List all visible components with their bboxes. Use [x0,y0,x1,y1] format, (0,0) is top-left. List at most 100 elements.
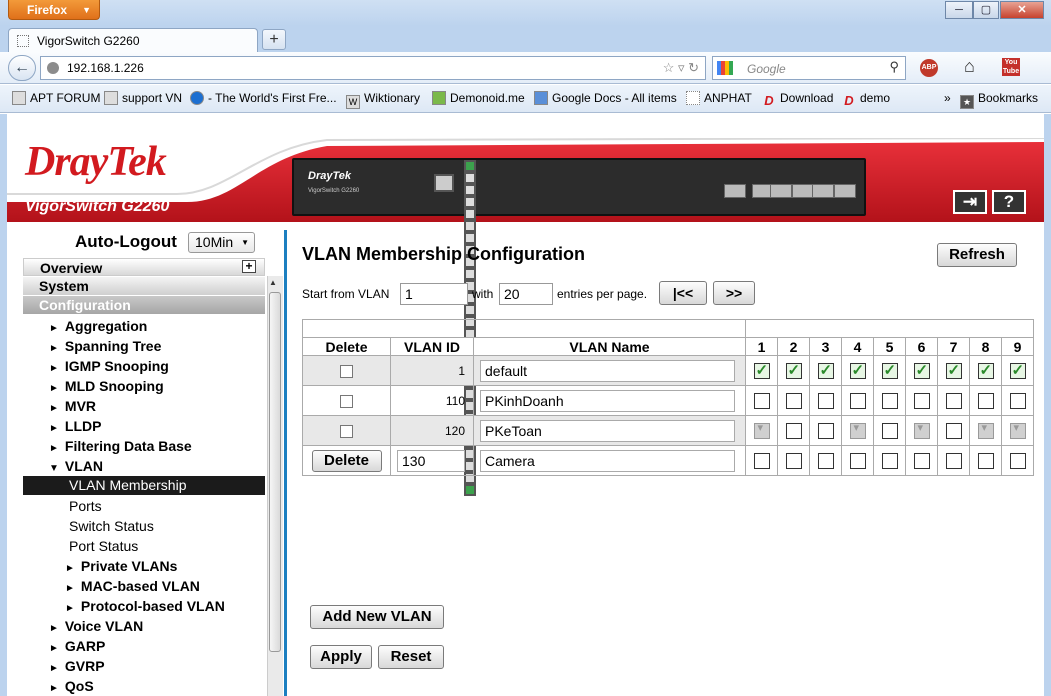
sidebar-item-spanning-tree[interactable]: ► Spanning Tree [23,336,265,356]
sidebar-section-system[interactable]: System [23,277,265,295]
port-1-member-checkbox[interactable] [753,393,770,410]
port-2-member-checkbox[interactable] [785,453,802,470]
port-4-member-checkbox[interactable] [849,393,866,410]
sidebar-item-mld-snooping[interactable]: ► MLD Snooping [23,376,265,396]
port-8-member-checkbox[interactable] [977,361,994,380]
vlan-id-input[interactable]: 130 [397,449,465,472]
sidebar-item-voice-vlan[interactable]: ► Voice VLAN [23,616,265,636]
port-7-member-checkbox[interactable] [945,361,962,380]
port-3-member-checkbox[interactable] [817,453,834,470]
bookmark-wiktionary[interactable]: W Wiktionary [346,91,420,109]
port-8-member-checkbox[interactable] [977,393,994,410]
new-tab-button[interactable]: + [262,29,286,50]
port-1-member-checkbox[interactable] [753,453,770,470]
port-1-member-checkbox[interactable] [753,361,770,380]
port-6-member-checkbox[interactable] [913,393,930,410]
back-button[interactable]: ← [8,55,36,81]
delete-checkbox[interactable] [340,395,353,409]
delete-checkbox[interactable] [340,365,353,379]
port-3-member-checkbox[interactable] [817,423,834,440]
bookmark-download[interactable]: D Download [762,91,833,109]
auto-logout-select[interactable]: 10Min ▼ [188,232,255,253]
first-page-button[interactable]: |<< [659,281,707,305]
url-bar[interactable]: 192.168.1.226 ☆ ▿ ↻ [40,56,706,80]
port-9-member-checkbox[interactable] [1009,393,1026,410]
port-8-member-checkbox[interactable] [977,421,994,440]
maximize-button[interactable]: ▢ [973,1,999,19]
sidebar-item-igmp-snooping[interactable]: ► IGMP Snooping [23,356,265,376]
port-9-member-checkbox[interactable] [1009,361,1026,380]
port-8-member-checkbox[interactable] [977,453,994,470]
logout-icon[interactable]: ⇥ [953,190,987,214]
bookmarks-menu-button[interactable]: ★ Bookmarks [960,91,1038,109]
port-2-member-checkbox[interactable] [785,393,802,410]
bookmark-anphat[interactable]: ANPHAT [686,91,752,105]
sidebar-section-overview[interactable]: Overview + [23,258,265,276]
close-window-button[interactable]: ✕ [1000,1,1044,19]
port-4-member-checkbox[interactable] [849,421,866,440]
port-7-member-checkbox[interactable] [945,453,962,470]
port-7-member-checkbox[interactable] [945,393,962,410]
sidebar-item-private-vlans[interactable]: ► Private VLANs [23,556,265,576]
add-new-vlan-button[interactable]: Add New VLAN [310,605,444,629]
vlan-name-input[interactable]: PKinhDoanh [480,389,735,412]
sidebar-item-filtering-data-base[interactable]: ► Filtering Data Base [23,436,265,456]
sidebar-item-mvr[interactable]: ► MVR [23,396,265,416]
youtube-icon[interactable]: You Tube [1002,58,1020,76]
bookmarks-overflow-icon[interactable]: » [944,91,951,105]
minimize-button[interactable]: ─ [945,1,973,19]
sidebar-item-vlan[interactable]: ▼ VLAN [23,456,265,476]
browser-tab[interactable]: VigorSwitch G2260 [8,28,258,52]
port-9-member-checkbox[interactable] [1009,421,1026,440]
sidebar-item-port-status[interactable]: Port Status [23,536,265,556]
sidebar-item-lldp[interactable]: ► LLDP [23,416,265,436]
next-page-button[interactable]: >> [713,281,755,305]
bookmark-star-icon[interactable]: ☆ ▿ ↻ [663,60,699,76]
port-1-member-checkbox[interactable] [753,421,770,440]
sidebar-item-ports[interactable]: Ports [23,496,265,516]
port-6-member-checkbox[interactable] [913,361,930,380]
entries-per-page-input[interactable]: 20 [499,283,553,305]
search-input[interactable]: Google ⚲ [712,56,906,80]
firefox-menu-button[interactable]: Firefox ▼ [8,0,100,20]
sidebar-item-aggregation[interactable]: ► Aggregation [23,316,265,336]
port-5-member-checkbox[interactable] [881,453,898,470]
port-4-member-checkbox[interactable] [849,361,866,380]
start-vlan-input[interactable]: 1 [400,283,468,305]
sidebar-item-switch-status[interactable]: Switch Status [23,516,265,536]
port-2-member-checkbox[interactable] [785,361,802,380]
vlan-name-input[interactable]: default [480,359,735,382]
bookmark-worlds-first[interactable]: - The World's First Fre... [190,91,337,105]
port-5-member-checkbox[interactable] [881,423,898,440]
sidebar-item-protocol-based-vlan[interactable]: ► Protocol-based VLAN [23,596,265,616]
port-5-member-checkbox[interactable] [881,361,898,380]
sidebar-item-gvrp[interactable]: ► GVRP [23,656,265,676]
expand-icon[interactable]: + [242,260,256,273]
sidebar-item-mac-based-vlan[interactable]: ► MAC-based VLAN [23,576,265,596]
home-icon[interactable]: ⌂ [964,56,975,77]
delete-checkbox[interactable] [340,425,353,439]
help-icon[interactable]: ? [992,190,1026,214]
scrollbar-thumb[interactable] [269,292,281,652]
bookmark-demonoid[interactable]: Demonoid.me [432,91,525,105]
search-icon[interactable]: ⚲ [889,59,899,75]
vlan-name-input[interactable]: PKeToan [480,419,735,442]
refresh-button[interactable]: Refresh [937,243,1017,267]
bookmark-google-docs[interactable]: Google Docs - All items [534,91,677,105]
vlan-name-input[interactable]: Camera [480,449,735,472]
port-3-member-checkbox[interactable] [817,361,834,380]
reset-button[interactable]: Reset [378,645,444,669]
port-7-member-checkbox[interactable] [945,423,962,440]
sidebar-item-vlan-membership[interactable]: VLAN Membership [23,476,265,495]
sidebar-section-configuration[interactable]: Configuration [23,296,265,314]
port-6-member-checkbox[interactable] [913,421,930,440]
port-2-member-checkbox[interactable] [785,423,802,440]
port-4-member-checkbox[interactable] [849,453,866,470]
port-5-member-checkbox[interactable] [881,393,898,410]
apply-button[interactable]: Apply [310,645,372,669]
scroll-up-icon[interactable]: ▲ [269,278,277,287]
sidebar-item-qos[interactable]: ► QoS [23,676,265,696]
port-9-member-checkbox[interactable] [1009,453,1026,470]
bookmark-apt-forum[interactable]: APT FORUM [12,91,100,105]
bookmark-demo[interactable]: Ddemo [842,91,890,109]
